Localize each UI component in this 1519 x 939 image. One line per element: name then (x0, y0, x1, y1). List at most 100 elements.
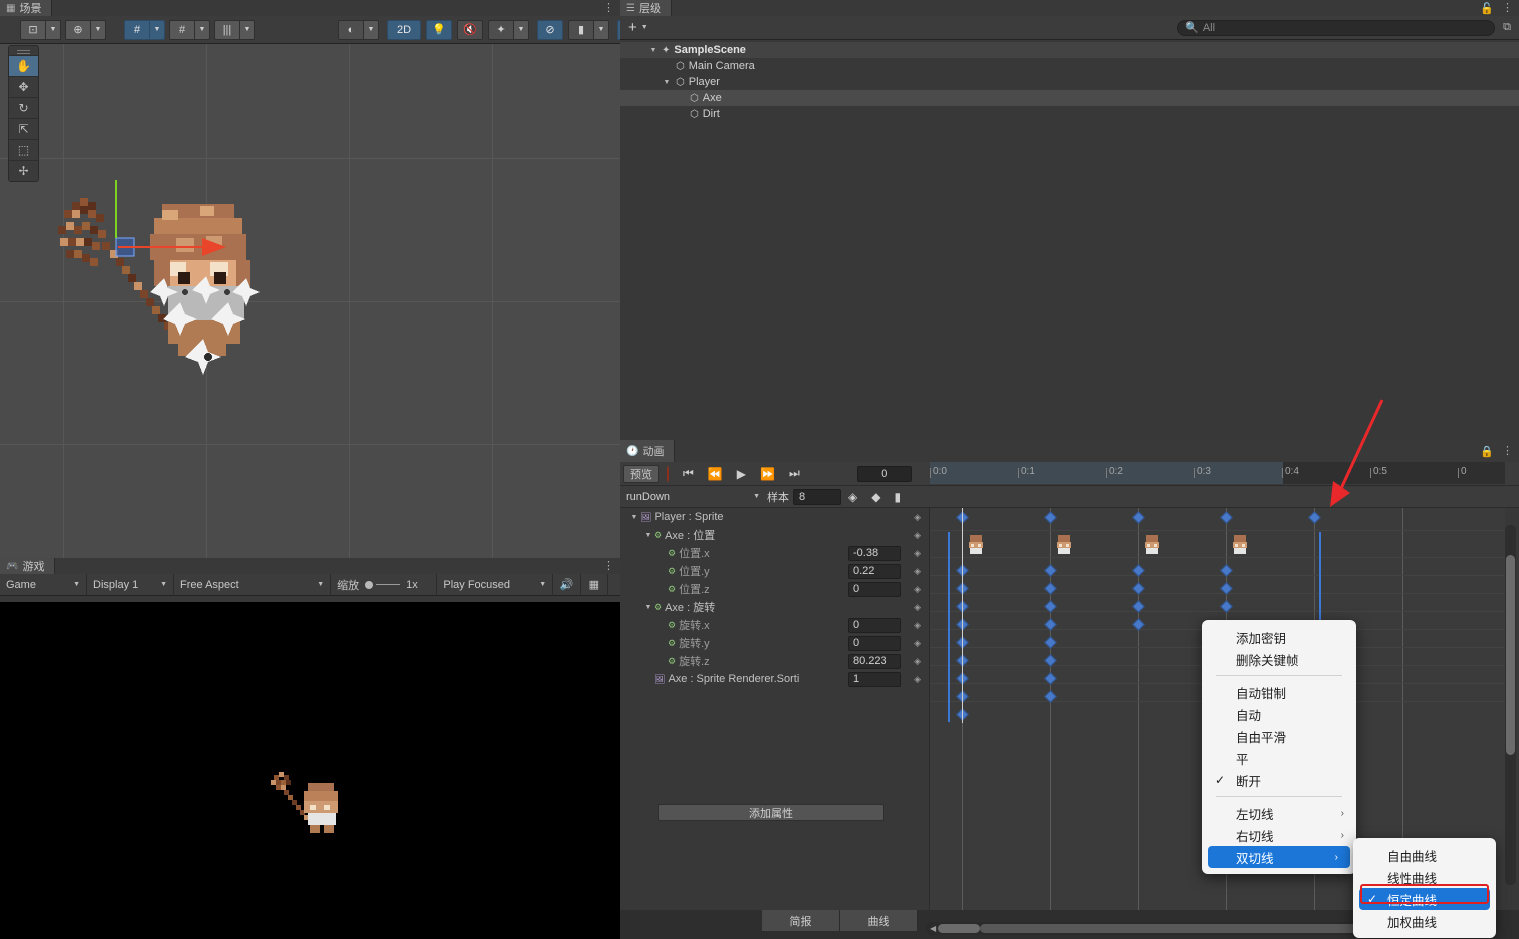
clip-dropdown[interactable]: runDown ▼ (620, 488, 765, 505)
kebab-icon[interactable]: ⋮ (603, 2, 614, 14)
lock-icon[interactable]: 🔓 (1480, 2, 1494, 15)
add-keyframe-icon[interactable]: ◈ (914, 512, 921, 523)
magnet-snap-group[interactable]: # ▼ (169, 19, 214, 40)
property-value-field[interactable]: 0 (848, 635, 901, 651)
scroll-thumb[interactable] (1506, 555, 1515, 755)
slider-knob[interactable] (365, 580, 374, 589)
chevron-down-icon[interactable]: ▼ (594, 19, 609, 40)
context-menu-item[interactable]: 自动钳制 (1202, 681, 1356, 703)
frame-field[interactable]: 0 (856, 465, 912, 482)
animation-property-row[interactable]: ▼ ⚙ Axe : 旋转 ◈ (620, 598, 929, 616)
grid-snap-group[interactable]: # ▼ (124, 19, 169, 40)
hierarchy-item[interactable]: ▼ ⬡ Player (620, 74, 1519, 90)
fx-group[interactable]: ✦ ▼ (488, 19, 533, 40)
add-keyframe-icon[interactable]: ◈ (914, 584, 921, 595)
property-value-field[interactable]: 80.223 (848, 653, 901, 669)
property-value-field[interactable]: 0 (848, 581, 901, 597)
add-keyframe-icon[interactable]: ◈ (914, 566, 921, 577)
context-menu-item[interactable]: 添加密钥 (1202, 626, 1356, 648)
view-mode-dropdown[interactable]: Game ▼ (0, 573, 87, 596)
context-menu-item[interactable]: 右切线 › (1202, 824, 1356, 846)
camera-icon[interactable]: ▮ (568, 19, 594, 40)
property-value-field[interactable]: 1 (848, 671, 901, 687)
add-keyframe-icon[interactable]: ◈ (914, 530, 921, 541)
animation-property-row[interactable]: ▼ ⚙ Axe : 位置 ◈ (620, 526, 929, 544)
move-tool[interactable]: ✥ (9, 76, 38, 97)
add-event-icon[interactable]: ▮ (887, 490, 908, 504)
display-dropdown[interactable]: Display 1 ▼ (87, 573, 174, 596)
context-menu-item[interactable]: 自由曲线 (1353, 844, 1496, 866)
hand-tool[interactable]: ✋ (9, 55, 38, 76)
tab-hierarchy[interactable]: ☰ 层级 (620, 0, 672, 16)
kebab-icon[interactable]: ⋮ (1502, 2, 1513, 14)
hidden-objects-icon[interactable]: ⊘ (537, 19, 563, 40)
animation-property-row[interactable]: ⚙ 旋转.x 0 ◈ (620, 616, 929, 634)
time-cursor[interactable] (962, 508, 963, 723)
stats-button[interactable]: ▦ (581, 573, 609, 596)
add-keyframe-icon[interactable]: ◈ (914, 620, 921, 631)
hierarchy-item[interactable]: ▼ ✦ SampleScene (620, 42, 1519, 58)
record-button[interactable] (660, 465, 676, 482)
game-viewport[interactable] (0, 602, 620, 939)
pivot-mode-icon[interactable]: ⊡ (20, 19, 46, 40)
magnet-icon[interactable]: # (169, 19, 195, 40)
tab-curves[interactable]: 曲线 (840, 910, 918, 931)
tab-animation[interactable]: 🕐 动画 (620, 440, 676, 462)
globe-icon[interactable]: ⊕ (65, 19, 91, 40)
add-keyframe-icon[interactable]: ◈ (914, 548, 921, 559)
playhead-left[interactable] (948, 532, 950, 722)
scroll-left-arrow[interactable]: ◀ (930, 924, 936, 933)
kebab-icon[interactable]: ⋮ (603, 560, 614, 572)
audio-mute-icon[interactable]: 🔇 (457, 19, 483, 40)
chevron-down-icon[interactable]: ▼ (641, 24, 648, 31)
chevron-down-icon[interactable]: ▼ (514, 19, 529, 40)
tab-scene[interactable]: ▦ 场景 (0, 0, 53, 16)
animation-property-row[interactable]: ▼ 🖼 Player : Sprite ◈ (620, 508, 929, 526)
tab-game[interactable]: 🎮 游戏 (0, 558, 56, 574)
chevron-down-icon[interactable]: ▼ (46, 19, 61, 40)
chevron-down-icon[interactable]: ▼ (648, 47, 658, 54)
context-menu-item[interactable]: ✓ 恒定曲线 (1359, 888, 1490, 910)
play-button[interactable]: ▶ (730, 467, 753, 481)
keyframe-context-menu[interactable]: 添加密钥 删除关键帧 自动钳制 自动 自由平滑平 ✓ 断开 左切线 › 右切线 › 双切线 › (1202, 620, 1356, 874)
context-menu-item[interactable]: 自动 (1202, 703, 1356, 725)
context-menu-item[interactable]: 线性曲线 (1353, 866, 1496, 888)
chevron-down-icon[interactable]: ▼ (91, 19, 106, 40)
animation-property-row[interactable]: 🖼 Axe : Sprite Renderer.Sorti 1 ◈ (620, 670, 929, 688)
add-keyframe-plus-icon[interactable]: ◆ (864, 490, 887, 504)
aspect-dropdown[interactable]: Free Aspect ▼ (174, 573, 332, 596)
dope-vertical-scrollbar[interactable] (1505, 525, 1516, 885)
camera-group[interactable]: ▮ ▼ (568, 19, 613, 40)
animation-property-row[interactable]: ⚙ 旋转.y 0 ◈ (620, 634, 929, 652)
add-keyframe-icon[interactable]: ◈ (914, 638, 921, 649)
context-menu-item[interactable]: 左切线 › (1202, 802, 1356, 824)
prev-keyframe-button[interactable]: ⏪ (701, 467, 730, 481)
shading-icon[interactable]: ◐ (338, 19, 364, 40)
animation-property-row[interactable]: ⚙ 旋转.z 80.223 ◈ (620, 652, 929, 670)
add-keyframe-icon[interactable]: ◈ (914, 656, 921, 667)
timeline-ruler[interactable]: 0:0 0:1 0:2 0:3 0:4 0:5 0 (930, 462, 1505, 484)
chevron-down-icon[interactable]: ▼ (628, 514, 640, 521)
ruler-icon[interactable]: ||| (214, 19, 240, 40)
chevron-down-icon[interactable]: ▼ (662, 79, 672, 86)
slider-track[interactable] (365, 580, 401, 589)
scroll-thumb[interactable] (938, 924, 981, 933)
context-menu-item[interactable]: 双切线 › (1208, 846, 1350, 868)
hierarchy-item[interactable]: ⬡ Main Camera (620, 58, 1519, 74)
property-value-field[interactable]: -0.38 (848, 545, 901, 561)
lock-icon[interactable]: 🔒 (1480, 445, 1494, 458)
scale-slider[interactable]: 缩放 1x (331, 573, 438, 596)
samples-field[interactable]: 8 (793, 488, 841, 505)
property-value-field[interactable]: 0 (848, 617, 901, 633)
transform-tool[interactable]: ✢ (9, 160, 38, 181)
tangent-submenu[interactable]: 自由曲线 线性曲线 ✓ 恒定曲线 加权曲线 (1353, 838, 1496, 938)
context-menu-item[interactable]: 删除关键帧 (1202, 648, 1356, 670)
scene-viewport[interactable] (0, 44, 620, 558)
fx-icon[interactable]: ✦ (488, 19, 514, 40)
chevron-down-icon[interactable]: ▼ (150, 19, 165, 40)
property-value-field[interactable]: 0.22 (848, 563, 901, 579)
expand-search-icon[interactable]: ⧉ (1503, 21, 1511, 34)
add-property-button[interactable]: 添加属性 (658, 804, 884, 821)
preview-button[interactable]: 预览 (623, 464, 659, 483)
rect-tool[interactable]: ⬚ (9, 139, 38, 160)
